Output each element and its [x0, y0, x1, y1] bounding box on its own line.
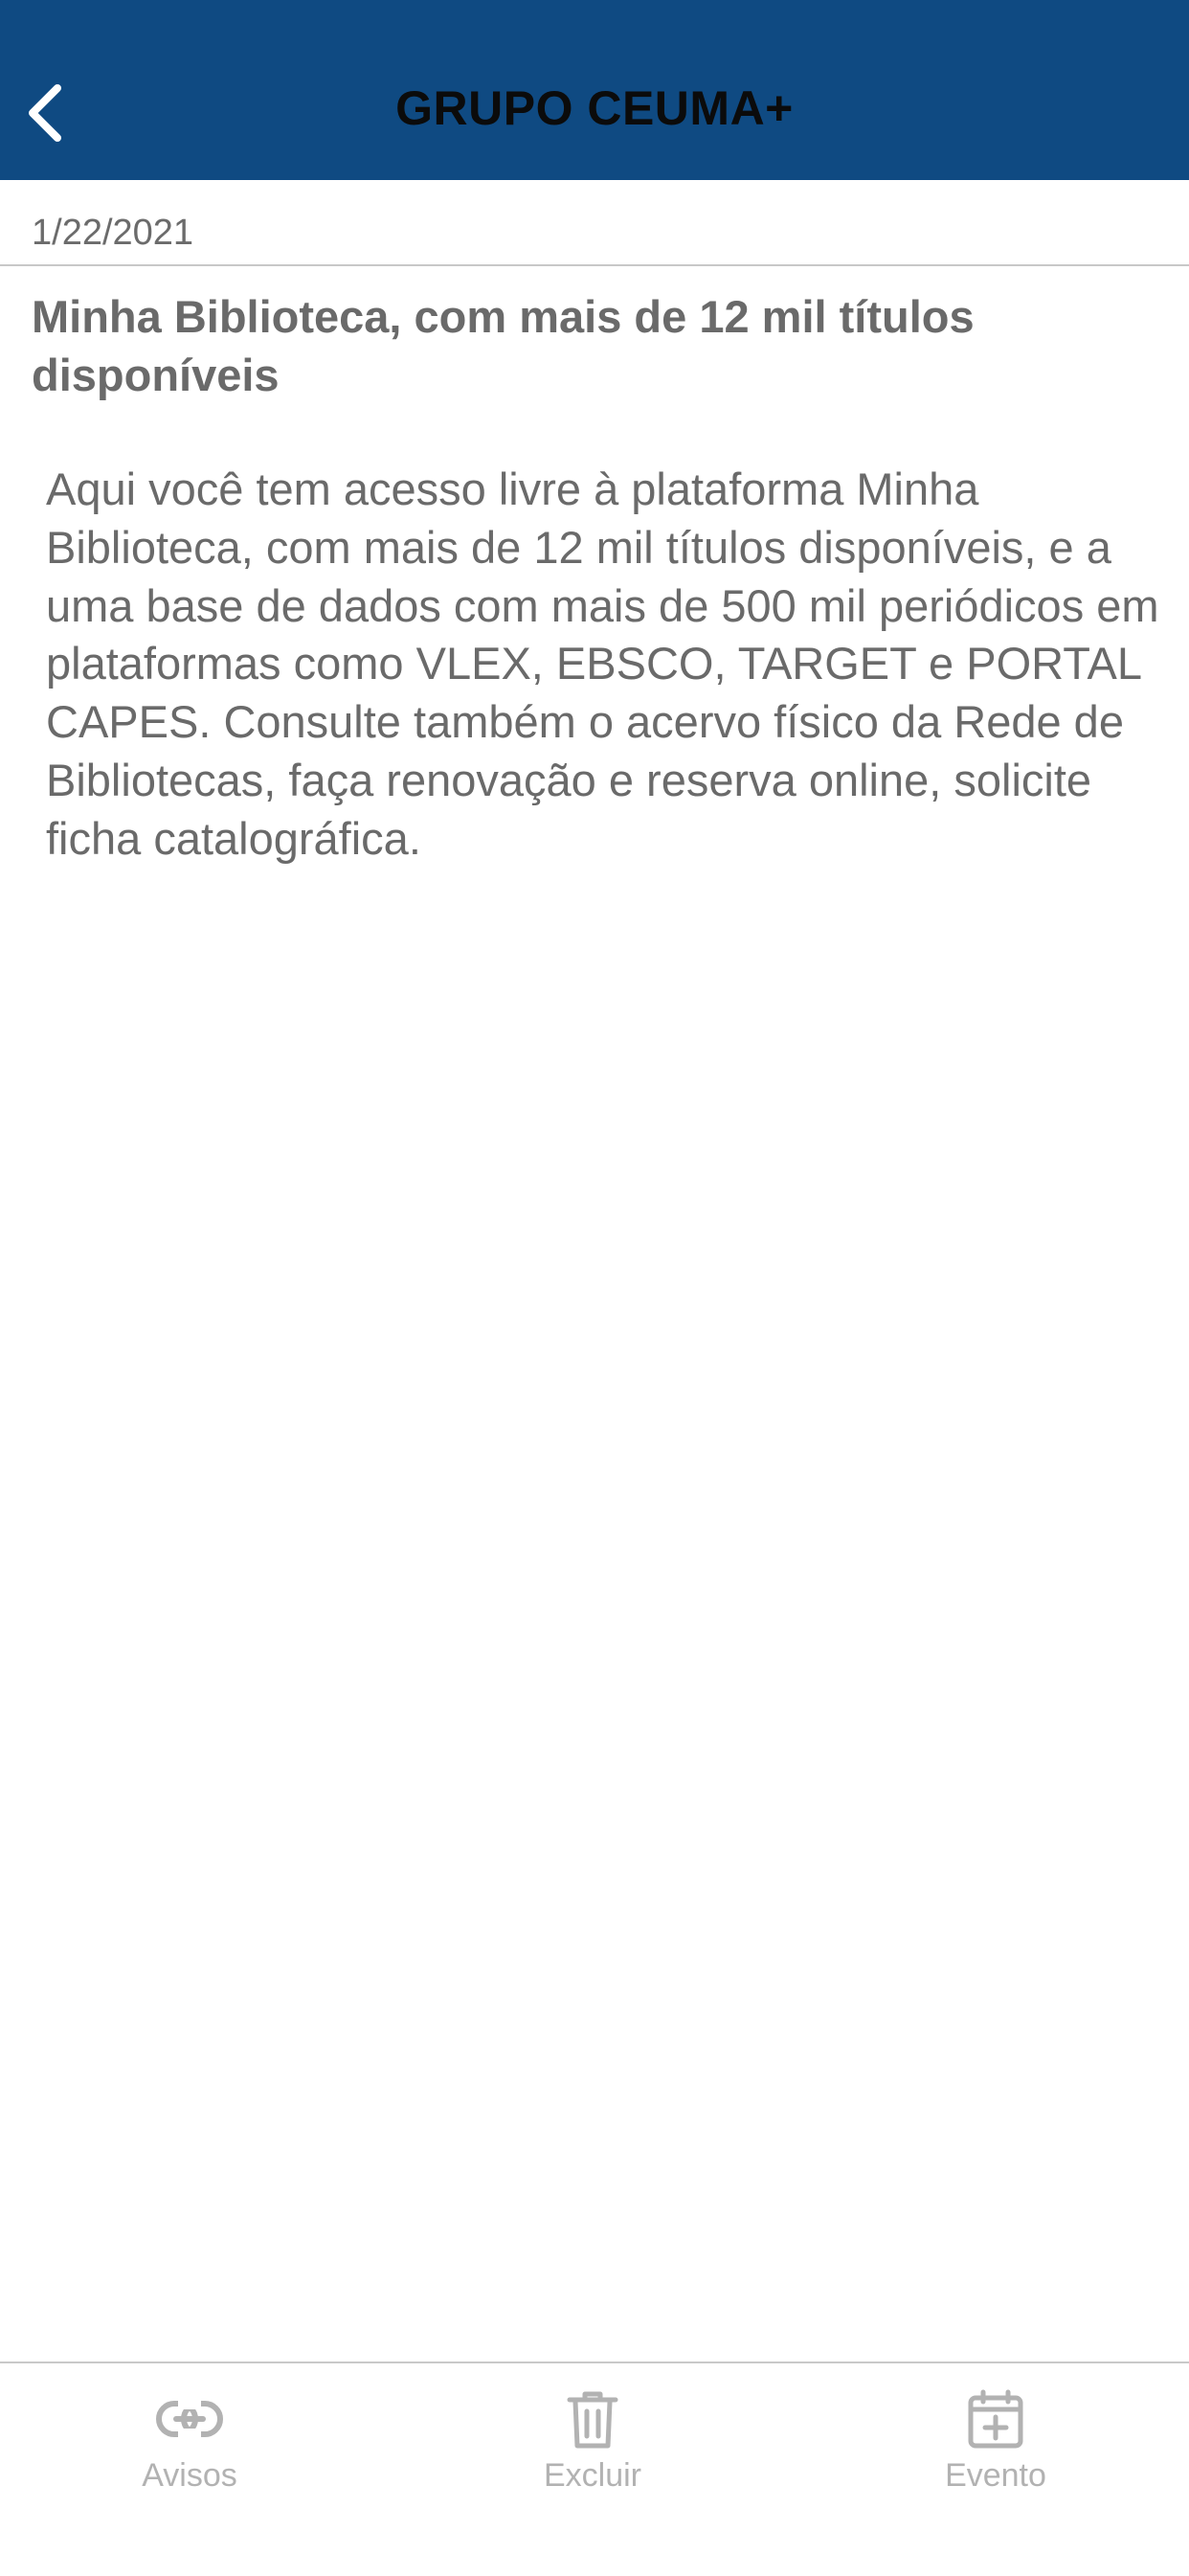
- page-title: GRUPO CEUMA+: [395, 81, 794, 135]
- tab-excluir[interactable]: Excluir: [468, 2363, 717, 2497]
- top-bar: GRUPO CEUMA+: [0, 0, 1189, 180]
- tab-avisos-label: Avisos: [142, 2457, 237, 2494]
- tab-evento-label: Evento: [945, 2457, 1046, 2494]
- tab-excluir-label: Excluir: [543, 2457, 642, 2494]
- link-icon: [155, 2386, 224, 2452]
- tab-evento[interactable]: Evento: [871, 2363, 1120, 2497]
- tab-avisos[interactable]: Avisos: [65, 2363, 314, 2497]
- notice-title: Minha Biblioteca, com mais de 12 mil tít…: [32, 291, 975, 400]
- divider: [0, 264, 1189, 266]
- notice-body: Aqui você tem acesso livre à plataforma …: [46, 463, 1159, 864]
- notice-date: 1/22/2021: [32, 213, 194, 253]
- trash-icon: [566, 2386, 619, 2452]
- calendar-plus-icon: [967, 2386, 1024, 2452]
- bottom-tab-bar: Avisos Excluir Evento: [0, 2361, 1189, 2576]
